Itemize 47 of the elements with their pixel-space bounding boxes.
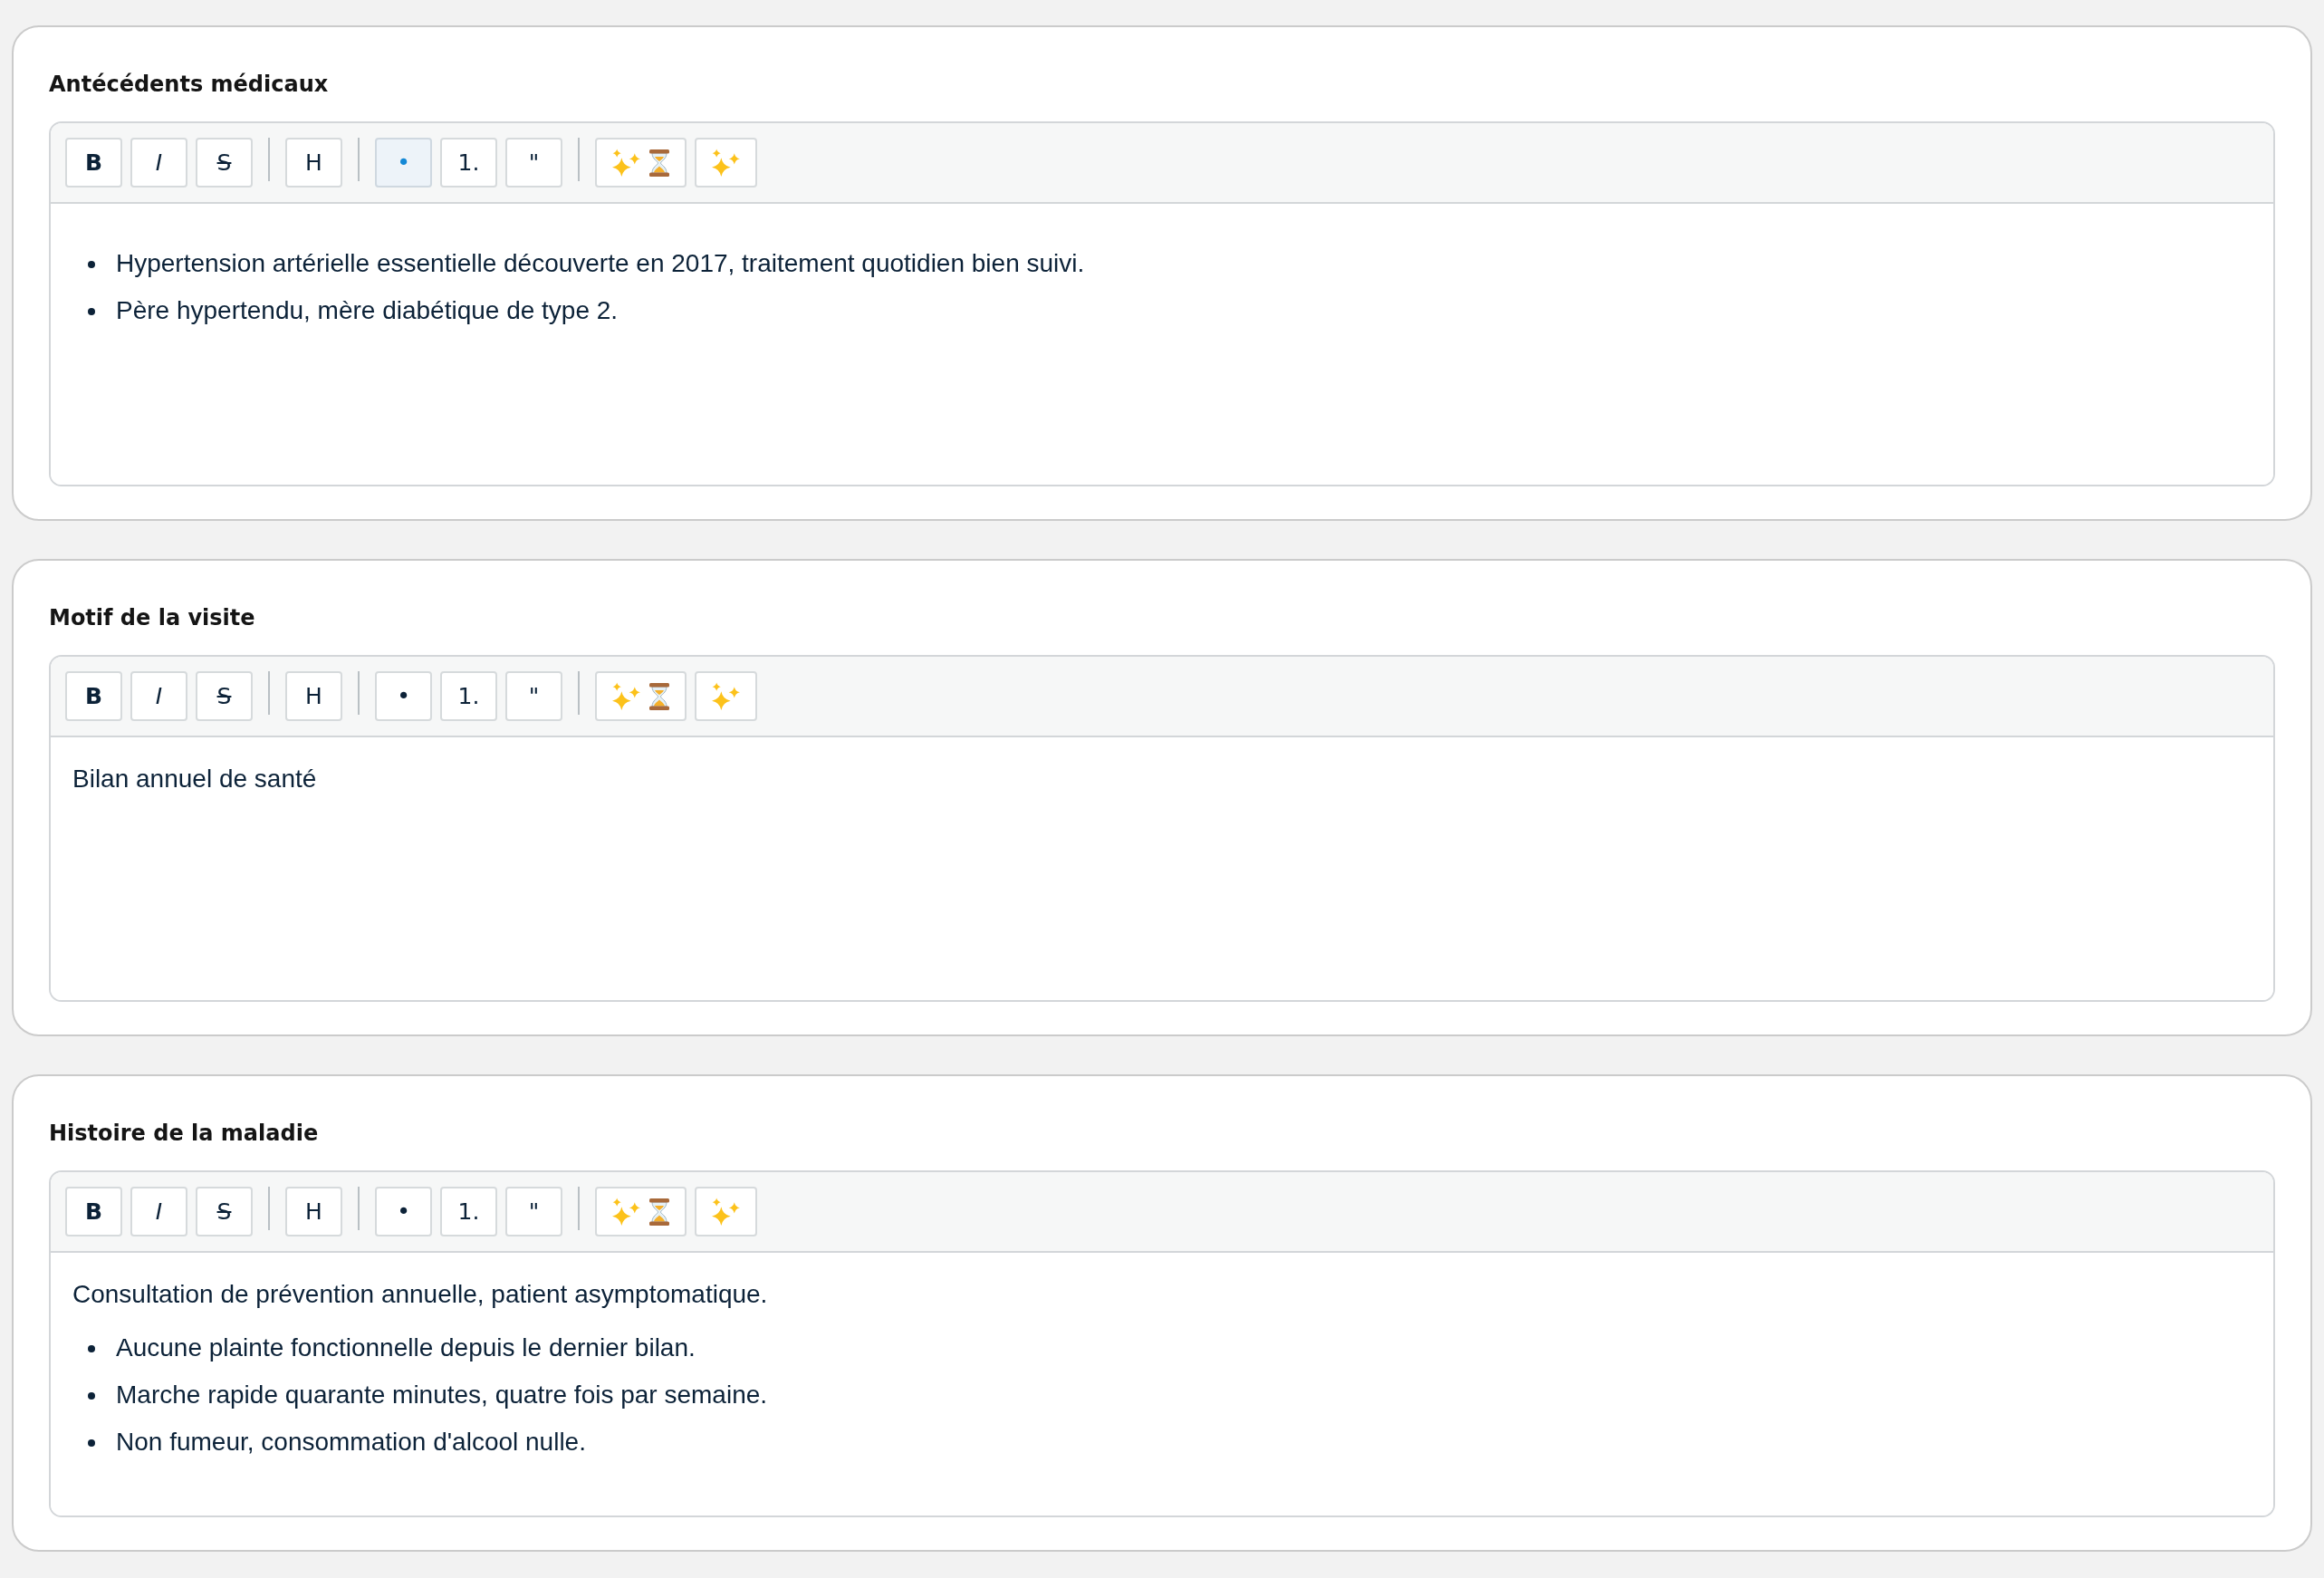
numbered-list-button[interactable]: 1. <box>440 671 497 721</box>
bold-button[interactable]: B <box>65 671 122 721</box>
sparkle-icon <box>612 1197 640 1227</box>
sparkle-hourglass-button[interactable] <box>595 138 687 188</box>
numbered-list-button[interactable]: 1. <box>440 1187 497 1236</box>
paragraph-text: Bilan annuel de santé <box>72 764 317 794</box>
sparkle-icon <box>712 1197 740 1227</box>
strikethrough-button[interactable]: S <box>196 1187 253 1236</box>
bullet-icon <box>88 261 95 268</box>
section-title: Motif de la visite <box>49 604 255 632</box>
hourglass-icon <box>649 1198 669 1226</box>
bullet-icon <box>88 1439 95 1447</box>
heading-button[interactable]: H <box>285 671 342 721</box>
sparkle-hourglass-button[interactable] <box>595 1187 687 1236</box>
bullet-icon <box>88 1345 95 1352</box>
quote-button[interactable]: " <box>505 138 562 188</box>
strikethrough-button[interactable]: S <box>196 671 253 721</box>
quote-button[interactable]: " <box>505 671 562 721</box>
italic-button[interactable]: I <box>130 1187 187 1236</box>
strikethrough-button[interactable]: S <box>196 138 253 188</box>
list-item-text: Hypertension artérielle essentielle découverte en 2017, traitement quotidien bien suivi. <box>116 248 1085 279</box>
bullet-list-button[interactable]: • <box>375 671 432 721</box>
section-title: Histoire de la maladie <box>49 1120 319 1148</box>
sparkle-icon <box>612 681 640 711</box>
heading-button[interactable]: H <box>285 138 342 188</box>
sparkle-icon <box>712 681 740 711</box>
list-item-text: Père hypertendu, mère diabétique de type 2. <box>116 295 619 326</box>
list-item-text: Non fumeur, consommation d'alcool nulle. <box>116 1427 586 1458</box>
list-item-text: Aucune plainte fonctionnelle depuis le dernier bilan. <box>116 1333 696 1363</box>
hourglass-icon <box>649 682 669 710</box>
hourglass-icon <box>649 149 669 177</box>
paragraph-text: Consultation de prévention annuelle, patient asymptomatique. <box>72 1279 768 1310</box>
italic-button[interactable]: I <box>130 671 187 721</box>
bullet-list-button[interactable]: • <box>375 1187 432 1236</box>
bullet-icon <box>88 308 95 315</box>
bold-button[interactable]: B <box>65 1187 122 1236</box>
list-item-text: Marche rapide quarante minutes, quatre fois par semaine. <box>116 1380 768 1410</box>
italic-button[interactable]: I <box>130 138 187 188</box>
quote-button[interactable]: " <box>505 1187 562 1236</box>
sparkle-icon <box>712 148 740 178</box>
section-title: Antécédents médicaux <box>49 71 329 99</box>
bullet-icon <box>88 1392 95 1400</box>
sparkle-icon <box>612 148 640 178</box>
sparkle-hourglass-button[interactable] <box>595 671 687 721</box>
bold-button[interactable]: B <box>65 138 122 188</box>
numbered-list-button[interactable]: 1. <box>440 138 497 188</box>
heading-button[interactable]: H <box>285 1187 342 1236</box>
